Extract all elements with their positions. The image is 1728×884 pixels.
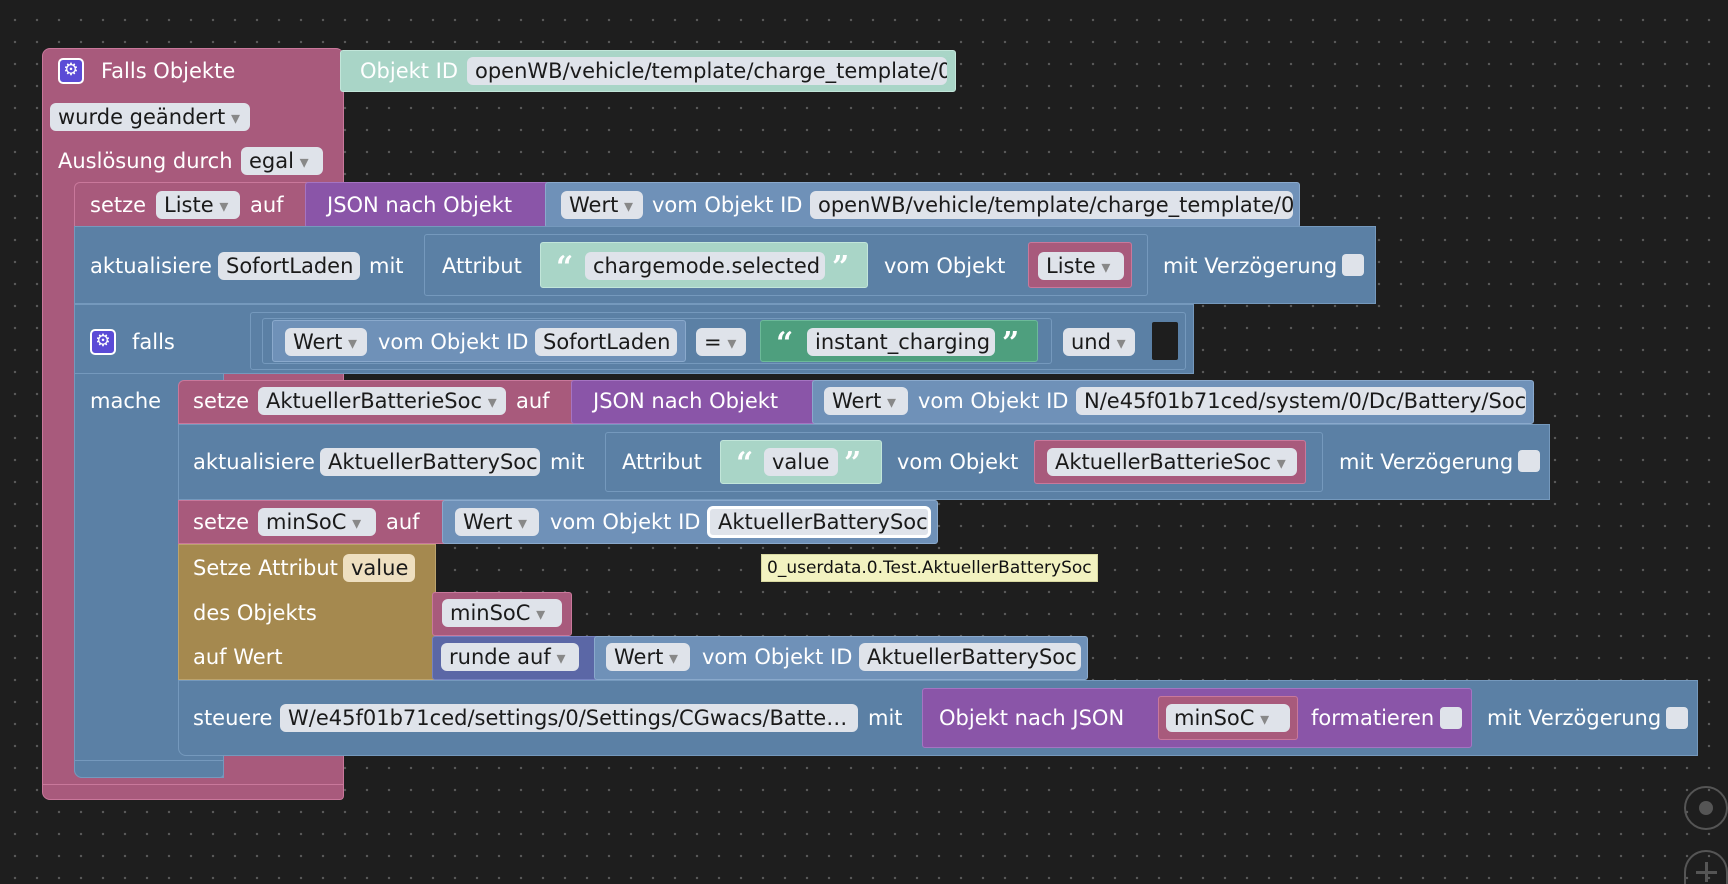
close-quote-icon: ”	[832, 250, 850, 285]
delay-checkbox[interactable]	[1518, 450, 1540, 472]
event-dropdown[interactable]: wurde geändert	[50, 103, 250, 131]
set-liste-var-dropdown[interactable]: Liste	[156, 191, 240, 219]
chargemode-text-field[interactable]: chargemode.selected	[585, 252, 825, 280]
set-batt-object-id-field[interactable]: N/e45f01b71ced/system/0/Dc/Battery/Soc	[1076, 387, 1526, 415]
delay-checkbox[interactable]	[1342, 254, 1364, 276]
set-minsoc-var-dropdown[interactable]: minSoC	[258, 508, 376, 536]
round-dropdown[interactable]: runde auf	[441, 643, 579, 671]
set-batt-var-dropdown[interactable]: AktuellerBatterieSoc	[258, 387, 506, 415]
object-tooltip: 0_userdata.0.Test.AktuellerBatterySoc	[761, 554, 1098, 582]
update-batt-vom-obj-label: vom Objekt	[897, 450, 1019, 474]
minsoc-var-dropdown[interactable]: minSoC	[442, 599, 562, 627]
value-text-field[interactable]: value	[764, 448, 838, 476]
set-minsoc-verb: setze	[193, 510, 250, 534]
recenter-icon[interactable]	[1684, 786, 1728, 830]
to-value-label: auf Wert	[193, 645, 283, 669]
set-liste-verb: setze	[90, 193, 147, 217]
trigger-title: Falls Objekte	[101, 59, 236, 83]
liste-var-dropdown[interactable]: Liste	[1038, 252, 1124, 280]
if-vom-label: vom Objekt ID	[378, 330, 529, 354]
logic-area-bottom	[74, 760, 224, 778]
set-minsoc-wert-dropdown[interactable]: Wert	[455, 508, 539, 536]
open-quote-icon: “	[736, 446, 754, 481]
object-id-label: Objekt ID	[360, 59, 459, 83]
set-batt-wert-dropdown[interactable]: Wert	[824, 387, 908, 415]
json-to-object-label: JSON nach Objekt	[593, 389, 779, 413]
triggered-by-label: Auslösung durch	[58, 149, 233, 173]
round-wert-dropdown[interactable]: Wert	[606, 643, 690, 671]
set-batt-auf: auf	[516, 389, 550, 413]
set-liste-vom-label: vom Objekt ID	[652, 193, 803, 217]
gear-icon[interactable]: ⚙	[58, 58, 84, 84]
round-vom-label: vom Objekt ID	[702, 645, 853, 669]
format-checkbox[interactable]	[1440, 707, 1462, 729]
logic-operator-dropdown[interactable]: und	[1063, 328, 1135, 356]
delay-checkbox[interactable]	[1666, 707, 1688, 729]
set-batt-vom-label: vom Objekt ID	[918, 389, 1069, 413]
if-object-field[interactable]: SofortLaden	[535, 328, 677, 356]
batt-var-dropdown[interactable]: AktuellerBatterieSoc	[1047, 448, 1297, 476]
update-sofortladen-vom-obj-label: vom Objekt	[884, 254, 1006, 278]
control-mit: mit	[868, 706, 903, 730]
update-sofortladen-mit: mit	[369, 254, 404, 278]
attribute-label: Attribut	[622, 450, 702, 474]
open-quote-icon: “	[556, 250, 574, 285]
format-label: formatieren	[1311, 706, 1435, 730]
set-minsoc-vom-label: vom Objekt ID	[550, 510, 701, 534]
set-liste-auf: auf	[250, 193, 284, 217]
instant-charging-text-field[interactable]: instant_charging	[807, 328, 995, 356]
update-batt-verb: aktualisiere	[193, 450, 315, 474]
set-liste-wert-dropdown[interactable]: Wert	[561, 191, 643, 219]
triggered-by-dropdown[interactable]: egal	[241, 147, 323, 175]
control-minsoc-dropdown[interactable]: minSoC	[1166, 704, 1290, 732]
gear-icon[interactable]: ⚙	[90, 329, 116, 355]
trigger-object-id-field[interactable]: openWB/vehicle/template/charge_template/…	[467, 57, 947, 85]
if-operator-dropdown[interactable]: =	[696, 328, 746, 356]
update-batt-target[interactable]: AktuellerBatterySoc	[320, 448, 540, 476]
set-minsoc-auf: auf	[386, 510, 420, 534]
trigger-block-bottom-bar	[42, 784, 344, 800]
control-target-field[interactable]: W/e45f01b71ced/settings/0/Settings/CGwac…	[280, 704, 858, 732]
update-sofortladen-delay-label: mit Verzögerung	[1163, 254, 1338, 278]
close-quote-icon: ”	[1002, 326, 1020, 361]
update-sofortladen-verb: aktualisiere	[90, 254, 212, 278]
update-batt-mit: mit	[550, 450, 585, 474]
empty-input-slot[interactable]	[1152, 322, 1178, 360]
zoom-in-icon[interactable]	[1684, 850, 1728, 884]
do-label: mache	[90, 389, 162, 413]
of-object-label: des Objekts	[193, 601, 317, 625]
if-label: falls	[132, 330, 175, 354]
close-quote-icon: ”	[844, 446, 862, 481]
update-sofortladen-target[interactable]: SofortLaden	[218, 252, 360, 280]
open-quote-icon: “	[776, 326, 794, 361]
update-batt-delay-label: mit Verzögerung	[1339, 450, 1514, 474]
set-liste-object-id-field[interactable]: openWB/vehicle/template/charge_template/…	[810, 191, 1293, 219]
object-to-json-label: Objekt nach JSON	[939, 706, 1125, 730]
if-wert-dropdown[interactable]: Wert	[285, 328, 367, 356]
control-delay-label: mit Verzögerung	[1487, 706, 1662, 730]
set-attribute-field[interactable]: value	[343, 554, 415, 582]
round-source-field[interactable]: AktuellerBatterySoc	[859, 643, 1081, 671]
set-batt-verb: setze	[193, 389, 250, 413]
set-attribute-label: Setze Attribut	[193, 556, 338, 580]
control-verb: steuere	[193, 706, 273, 730]
json-to-object-label: JSON nach Objekt	[327, 193, 513, 217]
attribute-label: Attribut	[442, 254, 522, 278]
set-minsoc-object-field[interactable]: AktuellerBatterySoc	[707, 506, 931, 538]
